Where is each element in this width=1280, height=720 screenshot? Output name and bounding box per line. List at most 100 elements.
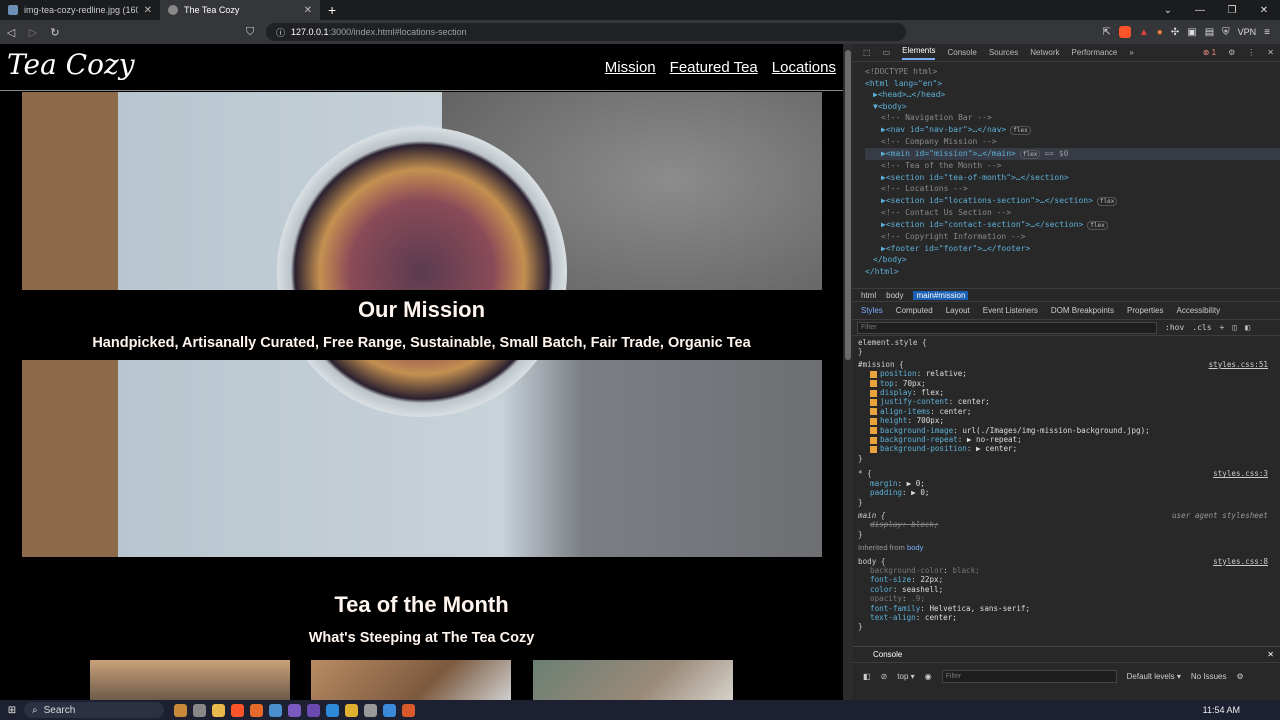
css-declaration[interactable]: align-items: center; <box>858 407 1280 416</box>
css-declaration[interactable]: top: 70px; <box>858 379 1280 388</box>
css-property-value[interactable]: ▶ 0; <box>907 479 925 488</box>
dom-node[interactable]: ▼<body> <box>865 101 1280 113</box>
dom-node[interactable]: ▶<head>…</head> <box>865 89 1280 101</box>
css-declaration[interactable]: opacity: .9; <box>858 594 1280 603</box>
css-property-name[interactable]: margin <box>870 479 897 488</box>
checkbox-icon[interactable] <box>870 370 877 378</box>
app-icon[interactable] <box>307 703 320 717</box>
app-icon[interactable] <box>288 703 301 717</box>
minimize-icon[interactable]: — <box>1184 5 1216 16</box>
flex-badge[interactable]: flex <box>1019 149 1041 159</box>
subtab-computed[interactable]: Computed <box>896 306 933 315</box>
nav-link-featured-tea[interactable]: Featured Tea <box>670 59 758 76</box>
flex-badge[interactable]: flex <box>1087 220 1108 230</box>
css-property-name[interactable]: position <box>880 369 917 378</box>
css-property-value[interactable]: 70px; <box>903 379 926 388</box>
cls-toggle[interactable]: .cls <box>1192 323 1211 332</box>
subtab-styles[interactable]: Styles <box>861 306 883 315</box>
tab-sources[interactable]: Sources <box>989 48 1018 57</box>
dom-node[interactable]: <!-- Locations --> <box>865 183 1280 195</box>
subtab-layout[interactable]: Layout <box>946 306 970 315</box>
css-property-value[interactable]: ▶ 0; <box>911 488 929 497</box>
tab-network[interactable]: Network <box>1030 48 1059 57</box>
css-property-name[interactable]: top <box>880 379 894 388</box>
dom-node[interactable]: <html lang="en"> <box>865 78 1280 90</box>
breadcrumb-main-mission[interactable]: main#mission <box>913 290 969 300</box>
css-property-name[interactable]: opacity <box>870 594 902 603</box>
log-levels-select[interactable]: Default levels ▾ <box>1127 672 1181 681</box>
breadcrumb-html[interactable]: html <box>861 291 876 300</box>
app-icon[interactable] <box>402 703 415 717</box>
tab-tea-cozy[interactable]: The Tea Cozy ✕ <box>160 0 320 20</box>
css-declaration[interactable]: justify-content: center; <box>858 397 1280 406</box>
css-property-value[interactable]: center; <box>939 407 971 416</box>
close-window-icon[interactable]: ✕ <box>1248 5 1280 16</box>
css-property-value[interactable]: black; <box>952 566 979 575</box>
dom-node[interactable]: <!-- Tea of the Month --> <box>865 160 1280 172</box>
dom-node[interactable]: <!-- Company Mission --> <box>865 136 1280 148</box>
inherited-from-link[interactable]: body <box>907 543 923 552</box>
file-explorer-icon[interactable] <box>212 703 225 717</box>
more-tabs-icon[interactable]: » <box>1129 48 1133 57</box>
checkbox-icon[interactable] <box>870 417 877 425</box>
back-icon[interactable]: ◁ <box>0 26 22 39</box>
tab-console[interactable]: Console <box>947 48 976 57</box>
css-property-value[interactable]: .9; <box>911 594 925 603</box>
flex-badge[interactable]: flex <box>1010 125 1031 135</box>
css-property-name[interactable]: padding <box>870 488 902 497</box>
css-property-value[interactable]: ▶ no-repeat; <box>967 435 1022 444</box>
kebab-menu-icon[interactable]: ⋮ <box>1247 48 1255 57</box>
app-icon[interactable] <box>193 703 206 717</box>
dom-tree[interactable]: <!DOCTYPE html> <html lang="en"> ▶<head>…<… <box>853 62 1280 288</box>
eye-icon[interactable]: ◉ <box>925 672 932 681</box>
css-property-value[interactable]: 22px; <box>920 575 943 584</box>
checkbox-icon[interactable] <box>870 389 877 397</box>
rule-source-link[interactable]: styles.css:51 <box>1209 360 1268 369</box>
issues-label[interactable]: No Issues <box>1191 672 1227 681</box>
console-filter-input[interactable]: Filter <box>941 669 1117 683</box>
checkbox-icon[interactable] <box>870 380 877 388</box>
css-property-name[interactable]: justify-content <box>880 397 949 406</box>
gear-icon[interactable]: ⚙ <box>1236 672 1243 681</box>
dom-node[interactable]: <!-- Navigation Bar --> <box>865 112 1280 124</box>
dom-node[interactable]: ▶<section id="tea-of-month">…</section> <box>865 172 1280 184</box>
css-property-name[interactable]: text-align <box>870 613 916 622</box>
css-property-name[interactable]: font-size <box>870 575 911 584</box>
css-property-value[interactable]: flex; <box>921 388 944 397</box>
chrome-icon[interactable] <box>345 703 358 717</box>
sidebar-icon[interactable]: ▣ <box>1187 27 1196 38</box>
dom-node[interactable]: <!-- Contact Us Section --> <box>865 207 1280 219</box>
tab-performance[interactable]: Performance <box>1072 48 1118 57</box>
close-icon[interactable]: ✕ <box>1267 48 1280 57</box>
css-property-name[interactable]: height <box>880 416 907 425</box>
page-scrollbar[interactable] <box>843 44 853 700</box>
css-property-value[interactable]: ▶ center; <box>976 444 1017 453</box>
site-info-icon[interactable]: ⓘ <box>276 26 285 39</box>
nav-link-mission[interactable]: Mission <box>605 59 656 76</box>
css-declaration[interactable]: height: 700px; <box>858 416 1280 425</box>
share-icon[interactable]: ⇱ <box>1103 27 1111 38</box>
css-property-value[interactable]: relative; <box>926 369 967 378</box>
close-tab-icon[interactable]: ✕ <box>304 5 312 16</box>
css-property-name[interactable]: font-family <box>870 604 920 613</box>
reload-icon[interactable]: ↻ <box>44 26 66 39</box>
app-icon[interactable] <box>269 703 282 717</box>
restore-icon[interactable]: ❐ <box>1216 5 1248 16</box>
brave-icon[interactable] <box>231 703 244 717</box>
dom-node[interactable]: </html> <box>865 266 1280 278</box>
clear-console-icon[interactable]: ⊘ <box>881 672 888 681</box>
context-select[interactable]: top ▾ <box>897 672 914 681</box>
tab-image[interactable]: img-tea-cozy-redline.jpg (1600×2854) ✕ <box>0 0 160 20</box>
sidebar-icon[interactable]: ◧ <box>863 672 871 681</box>
dom-node[interactable]: </body> <box>865 254 1280 266</box>
dom-node[interactable]: ▶<footer id="footer">…</footer> <box>865 243 1280 255</box>
app-icon[interactable] <box>364 703 377 717</box>
chevron-down-icon[interactable]: ⌄ <box>1152 5 1184 16</box>
vscode-icon[interactable] <box>326 703 339 717</box>
rule-source-link[interactable]: styles.css:3 <box>1213 469 1268 478</box>
subtab-event-listeners[interactable]: Event Listeners <box>983 306 1038 315</box>
new-tab-button[interactable]: + <box>320 0 344 20</box>
css-declaration[interactable]: font-size: 22px; <box>858 575 1280 584</box>
extension-icon[interactable]: ● <box>1157 27 1163 38</box>
console-label[interactable]: Console <box>873 650 902 659</box>
